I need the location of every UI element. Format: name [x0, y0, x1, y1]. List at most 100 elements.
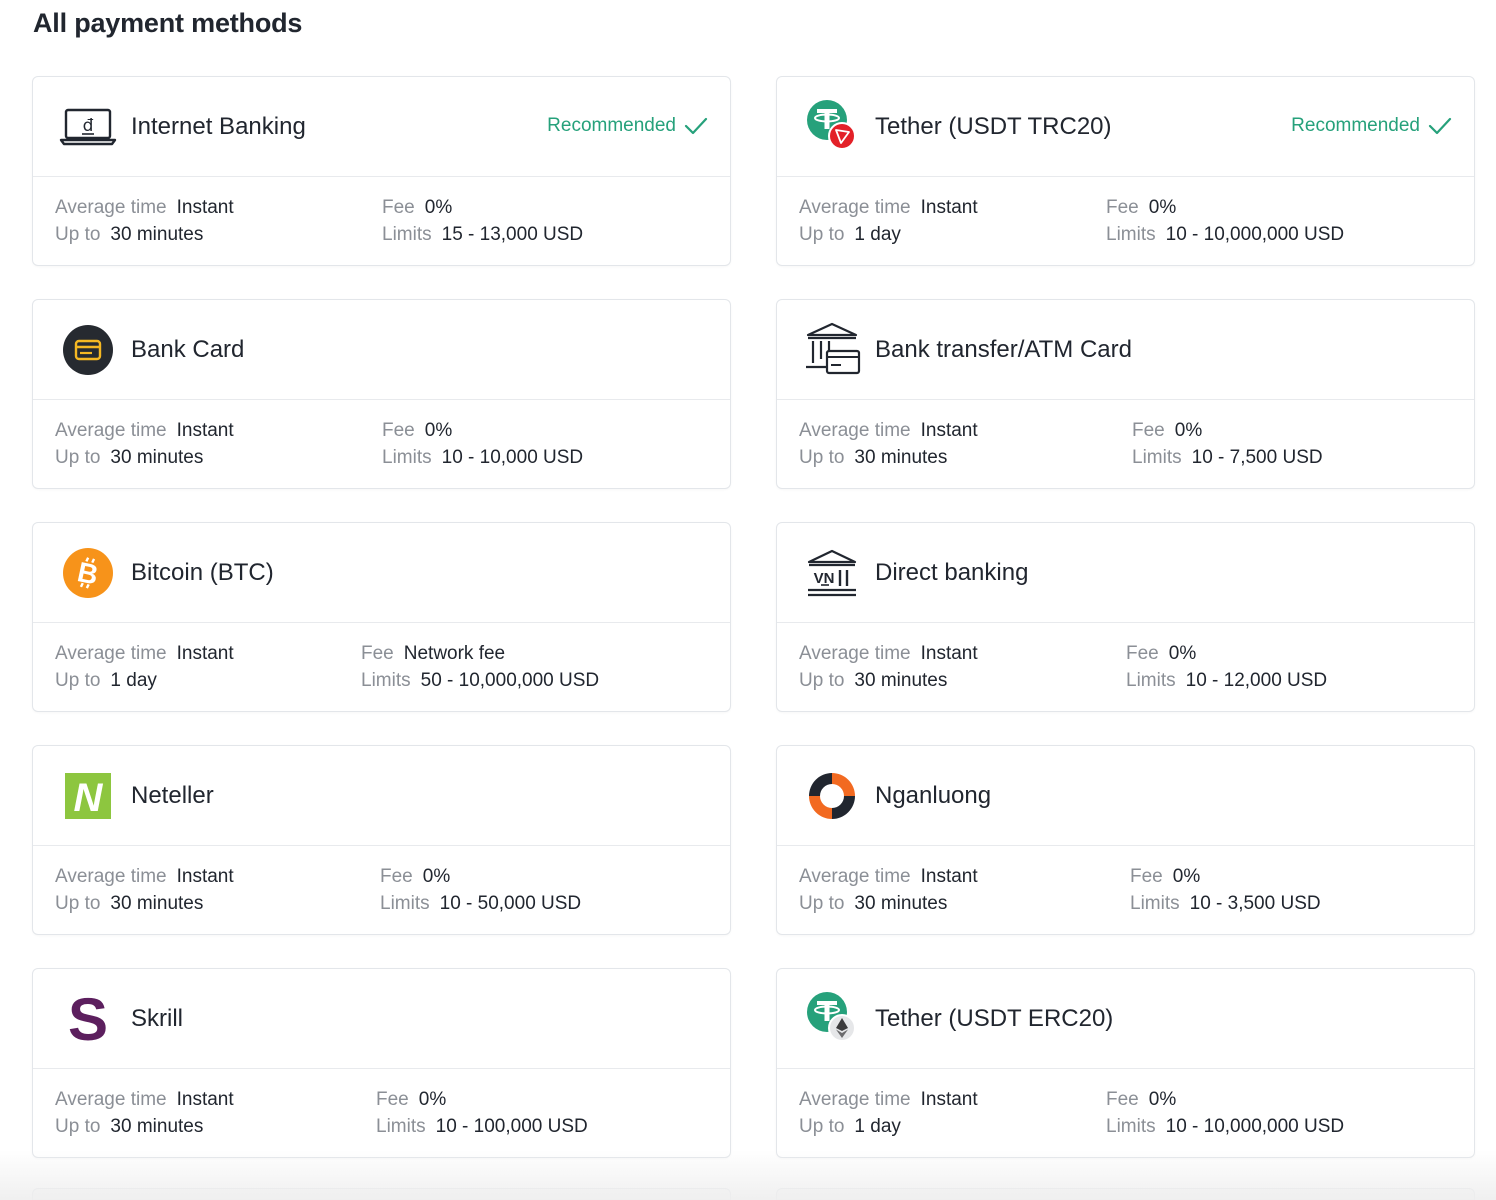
- avg-time-value: Instant: [920, 643, 978, 664]
- svg-text:đ: đ: [83, 116, 94, 136]
- avg-time-label: Average time: [799, 1089, 911, 1110]
- avg-time-row: Average time Instant: [55, 866, 234, 888]
- next-card-peek-right[interactable]: [776, 1188, 1475, 1200]
- tether-erc20-icon: [803, 990, 861, 1048]
- limits-value: 50 - 10,000,000 USD: [420, 670, 600, 691]
- payment-methods-grid: đ Internet Banking Recommended Average t…: [32, 76, 1475, 1158]
- payment-method-card-skrill[interactable]: S Skrill Average time Instant Up to 30 min…: [32, 968, 731, 1158]
- fee-row: Fee 0%: [1106, 197, 1176, 219]
- method-name: Skrill: [131, 1004, 183, 1032]
- card-header: S Skrill: [33, 969, 730, 1069]
- fee-value: 0%: [1168, 643, 1197, 664]
- limits-label: Limits: [1106, 224, 1156, 245]
- payment-method-card-bank-card[interactable]: Bank Card Average time Instant Up to 30 mi…: [32, 299, 731, 489]
- up-to-row: Up to 30 minutes: [55, 893, 203, 915]
- up-to-row: Up to 1 day: [55, 670, 157, 692]
- limits-label: Limits: [380, 893, 430, 914]
- up-to-value: 1 day: [110, 670, 157, 691]
- avg-time-value: Instant: [176, 643, 234, 664]
- svg-text:N: N: [74, 776, 104, 820]
- avg-time-value: Instant: [176, 197, 234, 218]
- payment-method-card-tether-erc20[interactable]: Tether (USDT ERC20) Average time Instant …: [776, 968, 1475, 1158]
- up-to-label: Up to: [55, 1116, 101, 1137]
- fee-row: Fee 0%: [1126, 643, 1196, 665]
- payment-method-card-bitcoin[interactable]: B Bitcoin (BTC) Average time Instant Up t…: [32, 522, 731, 712]
- method-name: Tether (USDT TRC20): [875, 112, 1112, 140]
- neteller-icon: N: [59, 767, 117, 825]
- up-to-value: 30 minutes: [854, 447, 948, 468]
- up-to-row: Up to 30 minutes: [55, 224, 203, 246]
- card-header: B Bitcoin (BTC): [33, 523, 730, 623]
- next-card-peek-left[interactable]: [32, 1188, 731, 1200]
- limits-label: Limits: [376, 1116, 426, 1137]
- card-details: Average time Instant Up to 1 day Fee 0% Lim…: [777, 1069, 1474, 1157]
- limits-label: Limits: [382, 224, 432, 245]
- method-name: Direct banking: [875, 558, 1029, 586]
- method-name: Bitcoin (BTC): [131, 558, 274, 586]
- avg-time-value: Instant: [176, 1089, 234, 1110]
- card-details: Average time Instant Up to 30 minutes Fee 0…: [777, 846, 1474, 934]
- avg-time-value: Instant: [176, 866, 234, 887]
- card-details: Average time Instant Up to 30 minutes Fee 0…: [33, 400, 730, 488]
- card-details: Average time Instant Up to 1 day Fee 0% Lim…: [777, 177, 1474, 265]
- payment-method-card-nganluong[interactable]: Nganluong Average time Instant Up to 30 mi…: [776, 745, 1475, 935]
- card-header: Nganluong: [777, 746, 1474, 846]
- card-header: VN Direct banking: [777, 523, 1474, 623]
- limits-value: 10 - 100,000 USD: [435, 1116, 588, 1137]
- limits-row: Limits 10 - 10,000,000 USD: [1106, 1116, 1344, 1138]
- skrill-icon: S: [59, 990, 117, 1048]
- up-to-value: 30 minutes: [854, 893, 948, 914]
- avg-time-row: Average time Instant: [799, 1089, 978, 1111]
- up-to-value: 30 minutes: [110, 224, 204, 245]
- fee-row: Fee 0%: [380, 866, 450, 888]
- up-to-label: Up to: [55, 224, 101, 245]
- fee-value: 0%: [1174, 420, 1203, 441]
- fee-label: Fee: [376, 1089, 409, 1110]
- avg-time-label: Average time: [799, 643, 911, 664]
- up-to-row: Up to 30 minutes: [799, 447, 947, 469]
- method-name: Tether (USDT ERC20): [875, 1004, 1114, 1032]
- bank-transfer-icon: [803, 321, 861, 379]
- fee-label: Fee: [382, 420, 415, 441]
- avg-time-value: Instant: [920, 197, 978, 218]
- payment-method-card-neteller[interactable]: N Neteller Average time Instant Up to 30 m…: [32, 745, 731, 935]
- fee-label: Fee: [361, 643, 394, 664]
- fee-row: Fee 0%: [1130, 866, 1200, 888]
- payment-method-card-bank-transfer[interactable]: Bank transfer/ATM Card Average time Insta…: [776, 299, 1475, 489]
- method-name: Nganluong: [875, 781, 992, 809]
- up-to-value: 1 day: [854, 1116, 901, 1137]
- up-to-row: Up to 30 minutes: [55, 447, 203, 469]
- limits-row: Limits 10 - 50,000 USD: [380, 893, 581, 915]
- recommended-label: Recommended: [1291, 115, 1420, 136]
- bank-card-icon: [59, 321, 117, 379]
- payment-method-card-direct-banking[interactable]: VN Direct banking Average time Instant Up…: [776, 522, 1475, 712]
- fee-label: Fee: [1132, 420, 1165, 441]
- up-to-label: Up to: [55, 447, 101, 468]
- method-name: Bank transfer/ATM Card: [875, 335, 1132, 363]
- avg-time-row: Average time Instant: [55, 1089, 234, 1111]
- checkmark-icon: [1428, 116, 1452, 136]
- limits-row: Limits 10 - 100,000 USD: [376, 1116, 588, 1138]
- card-details: Average time Instant Up to 30 minutes Fee 0…: [777, 400, 1474, 488]
- avg-time-value: Instant: [920, 866, 978, 887]
- card-details: Average time Instant Up to 1 day Fee Networ…: [33, 623, 730, 711]
- up-to-value: 30 minutes: [110, 893, 204, 914]
- payment-method-card-tether-trc20[interactable]: Tether (USDT TRC20) Recommended Average …: [776, 76, 1475, 266]
- card-header: N Neteller: [33, 746, 730, 846]
- fee-label: Fee: [380, 866, 413, 887]
- limits-label: Limits: [1126, 670, 1176, 691]
- limits-row: Limits 15 - 13,000 USD: [382, 224, 583, 246]
- up-to-value: 30 minutes: [854, 670, 948, 691]
- checkmark-icon: [684, 116, 708, 136]
- fee-label: Fee: [1130, 866, 1163, 887]
- avg-time-row: Average time Instant: [799, 197, 978, 219]
- avg-time-label: Average time: [55, 420, 167, 441]
- limits-value: 15 - 13,000 USD: [441, 224, 584, 245]
- fee-label: Fee: [1106, 197, 1139, 218]
- avg-time-row: Average time Instant: [799, 420, 978, 442]
- payment-method-card-internet-banking[interactable]: đ Internet Banking Recommended Average t…: [32, 76, 731, 266]
- method-name: Neteller: [131, 781, 214, 809]
- fee-row: Fee 0%: [1106, 1089, 1176, 1111]
- avg-time-label: Average time: [799, 866, 911, 887]
- fee-value: 0%: [424, 420, 453, 441]
